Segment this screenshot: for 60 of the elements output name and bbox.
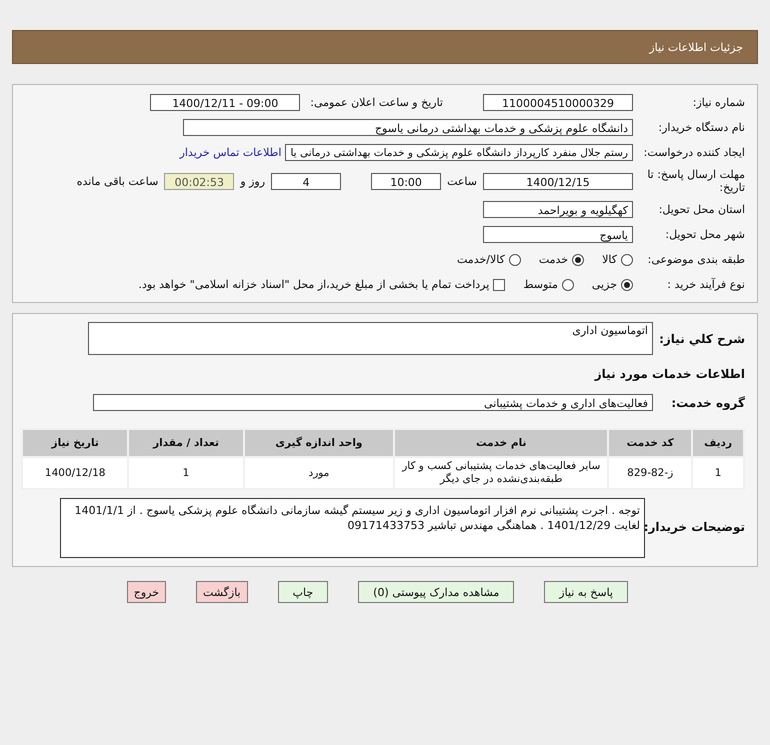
field-label: توضیحات خریدار:: [645, 520, 745, 534]
field-label: استان محل تحویل:: [658, 203, 745, 216]
field-label: ساعت باقی مانده: [76, 174, 158, 188]
page-title: جزئیات اطلاعات نیاز: [649, 40, 743, 54]
table-cell: ز-82-829: [609, 458, 692, 488]
field-label: شهر محل تحویل:: [664, 228, 745, 241]
radio-option[interactable]: خدمت: [538, 253, 584, 266]
action-button[interactable]: خروج: [126, 581, 166, 603]
field-label: روز و: [240, 174, 266, 188]
countdown-field: 00:02:53: [164, 172, 234, 190]
city-field: یاسوج: [483, 226, 633, 243]
column-header: واحد اندازه گیری: [244, 430, 394, 456]
column-header: تعداد / مقدار: [129, 430, 243, 456]
table-cell: 1: [129, 458, 243, 488]
field-label: طبقه بندی موضوعی:: [646, 253, 745, 266]
action-button[interactable]: چاپ: [278, 581, 328, 603]
radio-option[interactable]: کالا: [602, 253, 633, 266]
radio-option[interactable]: متوسط: [523, 278, 574, 291]
table-cell: سایر فعالیت‌های خدمات پشتیبانی کسب و کار طبقه‌بندی‌نشده در جای دیگر: [395, 458, 608, 488]
deadline-time-field: 10:00: [371, 172, 442, 190]
table-cell: 1400/12/18: [23, 458, 128, 488]
days-field: 4: [271, 172, 342, 190]
field-label: شرح کلي نیاز:: [658, 332, 745, 346]
field-label: ایجاد کننده درخواست:: [642, 146, 745, 159]
action-button[interactable]: مشاهده مدارک پیوستی (0): [358, 581, 514, 603]
province-field: کهگیلویه و بویراحمد: [483, 201, 633, 218]
summary-field: اتوماسیون اداری: [88, 322, 653, 355]
field-label: گروه خدمت:: [670, 396, 745, 410]
checkbox-icon[interactable]: [493, 278, 506, 290]
radio-icon[interactable]: [508, 254, 521, 266]
field-label: تاریخ و ساعت اعلان عمومی:: [310, 96, 443, 109]
creator-field: رستم جلال منفرد کارپرداز دانشگاه علوم پزشکی و خدمات بهداشتی درمانی یا: [285, 144, 633, 161]
deadline-date-field: 1400/12/15: [483, 172, 633, 190]
action-button[interactable]: بازگشت: [196, 581, 248, 603]
payment-checkbox[interactable]: پرداخت تمام یا بخشی از مبلغ خرید،از محل "اسناد خزانه اسلامی" خواهد بود.: [138, 278, 506, 291]
column-header: تاریخ نیاز: [23, 430, 128, 456]
column-header: ردیف: [693, 430, 743, 456]
table-cell: 1: [693, 458, 743, 488]
field-label: مهلت ارسال پاسخ: تا تاریخ:: [646, 168, 745, 194]
field-label: نوع فرآیند خرید :: [666, 278, 745, 291]
field-label: نام دستگاه خریدار:: [657, 121, 745, 134]
radio-option[interactable]: جزیی: [592, 278, 633, 291]
service-group-field: فعالیت‌های اداری و خدمات پشتیبانی: [93, 394, 653, 411]
action-button[interactable]: پاسخ به نیاز: [544, 581, 628, 603]
column-header: نام خدمت: [395, 430, 608, 456]
announce-date-field: 1400/12/11 - 09:00: [150, 94, 300, 111]
need-number-field: 1100004510000329: [483, 94, 633, 111]
field-label: ساعت: [447, 174, 477, 188]
section-title: اطلاعات خدمات مورد نیاز: [593, 367, 745, 381]
radio-icon[interactable]: [621, 278, 633, 290]
radio-icon[interactable]: [621, 254, 633, 266]
radio-option[interactable]: کالا/خدمت: [457, 253, 521, 266]
radio-icon[interactable]: [572, 254, 584, 266]
contact-link[interactable]: اطلاعات تماس خریدار: [180, 146, 282, 159]
column-header: کد خدمت: [609, 430, 692, 456]
table-cell: مورد: [244, 458, 394, 488]
radio-icon[interactable]: [562, 278, 574, 290]
buyer-field: دانشگاه علوم پزشکی و خدمات بهداشتی درمانی یاسوج: [183, 119, 633, 136]
field-label: شماره نیاز:: [692, 96, 745, 109]
notes-field: توجه . اجرت پشتیبانی نرم افزار اتوماسیون اداری و زیر سیستم گیشه سازمانی دانشگاه علوم پزشکی یاسوج . از 1401/1/1 لغایت 1401/12/29 . هماهنگی مهندس تباشیر 09171433753: [60, 498, 645, 558]
